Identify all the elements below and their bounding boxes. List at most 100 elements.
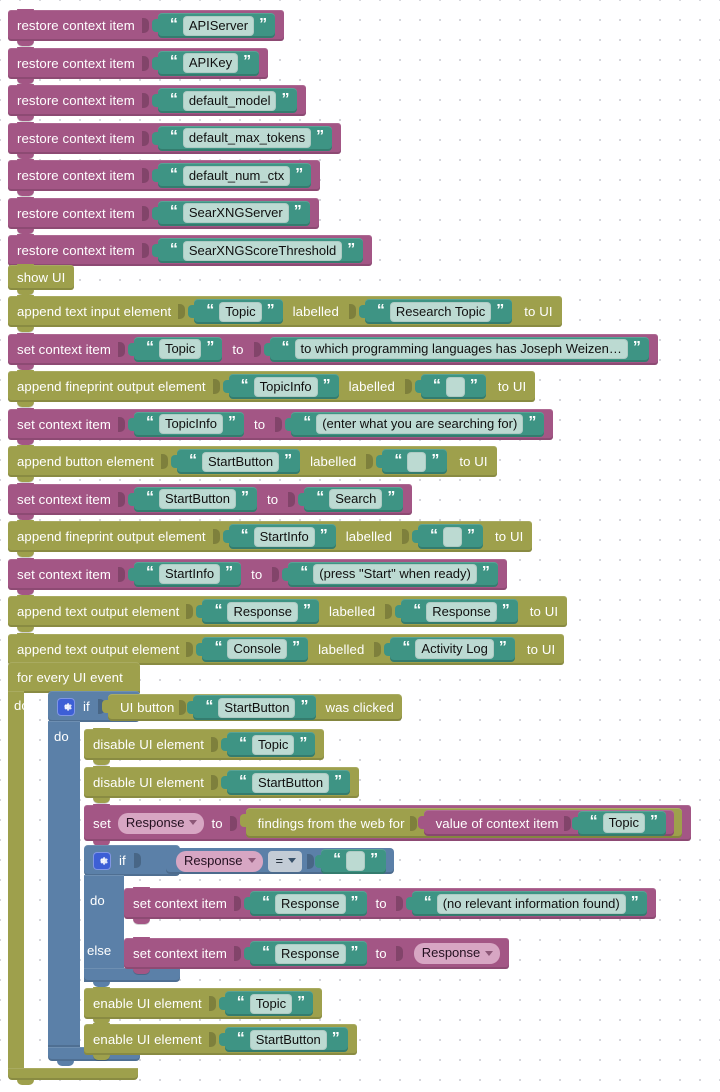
block-append-element[interactable]: append fineprint output element “StartInf…: [8, 520, 533, 557]
element-label-value[interactable]: “”: [414, 374, 486, 399]
restore-context-value[interactable]: “APIKey”: [151, 50, 260, 76]
block-append-element[interactable]: append text input element “Topic” labelled…: [8, 295, 562, 332]
element-name-value[interactable]: “Console”: [196, 636, 309, 662]
block-restore-context-item[interactable]: restore context item “default_max_tokens”: [8, 121, 342, 159]
value-of-context-value-field[interactable]: Topic: [602, 813, 645, 833]
element-label-value-field[interactable]: Search: [329, 489, 383, 509]
restore-context-value[interactable]: “default_max_tokens”: [151, 125, 333, 151]
restore-context-value-field[interactable]: default_model: [182, 90, 277, 111]
element-label-value-field[interactable]: (enter what you are searching for): [316, 414, 524, 434]
element-label-value-field[interactable]: (press "Start" when ready): [313, 564, 477, 584]
element-label-value-field[interactable]: Response: [426, 601, 497, 622]
element-name-value-field[interactable]: StartInfo: [253, 526, 315, 547]
element-name-value-field[interactable]: Topic: [158, 339, 202, 359]
element-name-value[interactable]: “StartInfo”: [127, 561, 242, 587]
block-set-context-item[interactable]: set context item “StartInfo” to “(press "St…: [8, 557, 507, 595]
block-restore-context-item[interactable]: restore context item “APIKey”: [8, 46, 269, 84]
block-restore-context-item[interactable]: restore context item “APIServer”: [8, 9, 285, 46]
block-restore-context-item[interactable]: restore context item “default_num_ctx”: [8, 159, 321, 196]
block-enable-ui-element[interactable]: enable UI element “StartButton”: [84, 1023, 357, 1060]
block-set-response-to-variable[interactable]: set context item “ Response ” to Respons…: [124, 937, 510, 974]
enable-ui-value[interactable]: “Topic”: [218, 991, 314, 1016]
element-label-value-field[interactable]: to which programming languages has Josep…: [294, 339, 628, 359]
block-set-context-item[interactable]: set context item “Topic” to “to which progr…: [8, 332, 658, 370]
block-restore-context-item[interactable]: restore context item “SearXNGServer”: [8, 196, 319, 234]
element-name-value-field[interactable]: StartButton: [158, 489, 236, 509]
block-append-element[interactable]: append text output element “Response” labe…: [8, 595, 568, 632]
element-name-value[interactable]: “StartButton”: [127, 486, 257, 512]
enable-ui-value-field[interactable]: StartButton: [249, 1029, 327, 1050]
comparison-right-field[interactable]: [346, 851, 366, 871]
element-name-value-field[interactable]: Console: [227, 639, 288, 659]
set-context-name-value[interactable]: “ Response ”: [243, 891, 367, 916]
enable-ui-value-field[interactable]: Topic: [249, 993, 293, 1014]
set-context-name-value[interactable]: “ Response ”: [243, 941, 367, 966]
element-name-value-field[interactable]: Topic: [219, 301, 262, 322]
comparison-right-value[interactable]: “ ”: [315, 848, 387, 874]
ui-button-name-field[interactable]: StartButton: [218, 697, 296, 718]
element-label-value[interactable]: “(enter what you are searching for)”: [285, 411, 545, 437]
restore-context-value[interactable]: “SearXNGScoreThreshold”: [151, 238, 364, 263]
set-context-name-field[interactable]: Response: [274, 943, 346, 964]
element-name-value[interactable]: “Response”: [196, 599, 319, 624]
enable-ui-value[interactable]: “StartButton”: [218, 1027, 348, 1052]
element-label-value[interactable]: “to which programming languages has Jose…: [263, 336, 649, 362]
element-name-value-field[interactable]: StartButton: [202, 451, 280, 472]
disable-ui-value-field[interactable]: StartButton: [252, 772, 330, 793]
set-context-value-field[interactable]: (no relevant information found): [436, 893, 626, 914]
block-append-element[interactable]: append fineprint output element “TopicInf…: [8, 370, 536, 407]
block-enable-ui-element[interactable]: enable UI element “Topic”: [84, 987, 323, 1024]
set-variable-dropdown[interactable]: Response: [117, 812, 205, 834]
block-append-element[interactable]: append button element “StartButton” labell…: [8, 445, 497, 482]
restore-context-value-field[interactable]: SearXNGServer: [182, 203, 289, 223]
element-label-value-field[interactable]: Research Topic: [389, 301, 492, 322]
element-name-value[interactable]: “TopicInfo”: [127, 411, 244, 437]
element-name-value[interactable]: “TopicInfo”: [222, 374, 339, 399]
value-of-context-item[interactable]: value of context item “Topic”: [417, 810, 674, 836]
set-context-value[interactable]: “ (no relevant information found) ”: [405, 891, 647, 916]
element-label-value[interactable]: “”: [412, 524, 484, 549]
gear-icon[interactable]: [93, 851, 111, 870]
block-set-variable-response[interactable]: set Response to findings from the web for va…: [84, 804, 691, 846]
restore-context-value[interactable]: “APIServer”: [151, 13, 276, 38]
element-name-value[interactable]: “Topic”: [188, 299, 283, 324]
disable-ui-value-field[interactable]: Topic: [252, 734, 295, 755]
restore-context-value-field[interactable]: default_num_ctx: [182, 165, 291, 186]
element-name-value[interactable]: “StartButton”: [171, 449, 301, 474]
comparison-left-variable-dropdown[interactable]: Response: [176, 850, 263, 872]
comparison-operator-dropdown[interactable]: =: [267, 850, 303, 872]
gear-icon[interactable]: [57, 697, 75, 716]
element-name-value-field[interactable]: Response: [227, 601, 298, 622]
element-label-value[interactable]: “Research Topic”: [358, 299, 513, 324]
ui-button-name-value[interactable]: “ StartButton ”: [187, 695, 317, 720]
disable-ui-value[interactable]: “Topic”: [221, 732, 316, 757]
block-restore-context-item[interactable]: restore context item “default_model”: [8, 84, 307, 121]
restore-context-value-field[interactable]: SearXNGScoreThreshold: [182, 240, 343, 261]
restore-context-value[interactable]: “SearXNGServer”: [151, 200, 310, 226]
element-label-value[interactable]: “Response”: [395, 599, 518, 624]
element-label-value[interactable]: “(press "Start" when ready)”: [282, 561, 498, 587]
element-name-value[interactable]: “Topic”: [127, 336, 223, 362]
block-disable-ui-element[interactable]: disable UI element “StartButton”: [84, 766, 360, 803]
outer-if-condition[interactable]: UI button “ StartButton ” was clicked: [102, 694, 402, 721]
block-set-response-no-info[interactable]: set context item “ Response ” to “ (no r…: [124, 887, 656, 924]
element-name-value-field[interactable]: StartInfo: [158, 564, 221, 584]
web-findings-expression[interactable]: findings from the web for value of contex…: [239, 808, 682, 838]
element-name-value[interactable]: “StartInfo”: [222, 524, 336, 549]
set-context-variable-dropdown[interactable]: Response: [413, 943, 501, 964]
value-of-context-value[interactable]: “Topic”: [571, 810, 666, 836]
restore-context-value[interactable]: “default_num_ctx”: [151, 163, 312, 188]
block-set-context-item[interactable]: set context item “StartButton” to “Search”: [8, 482, 413, 520]
restore-context-value-field[interactable]: default_max_tokens: [182, 128, 312, 148]
block-restore-context-item[interactable]: restore context item “SearXNGScoreThresho…: [8, 234, 373, 271]
restore-context-value-field[interactable]: APIServer: [182, 15, 255, 36]
element-label-value-field[interactable]: [443, 526, 463, 547]
block-set-context-item[interactable]: set context item “TopicInfo” to “(enter wha…: [8, 407, 554, 445]
element-label-value[interactable]: “Activity Log”: [384, 636, 515, 662]
restore-context-value-field[interactable]: APIKey: [182, 53, 239, 73]
element-label-value-field[interactable]: Activity Log: [415, 639, 494, 659]
set-context-name-field[interactable]: Response: [274, 893, 346, 914]
inner-if-condition[interactable]: Response = “ ”: [159, 848, 395, 874]
disable-ui-value[interactable]: “StartButton”: [221, 770, 351, 795]
element-name-value-field[interactable]: TopicInfo: [253, 376, 318, 397]
